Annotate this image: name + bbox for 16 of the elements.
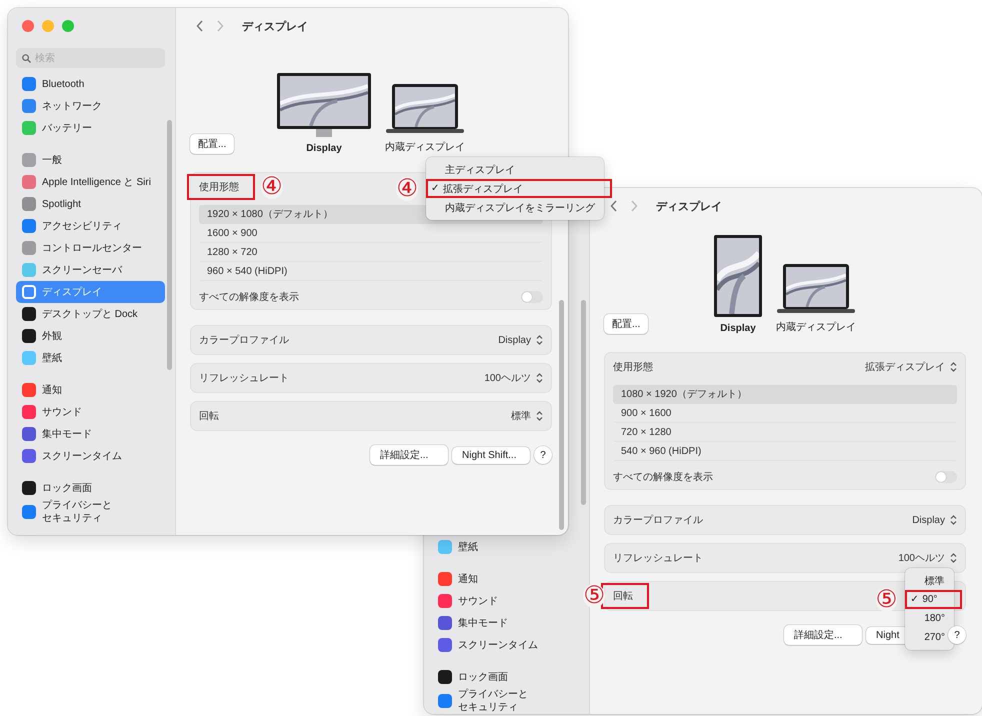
setting-label: すべての解像度を表示 (199, 290, 299, 304)
window-title: ディスプレイ (242, 20, 308, 34)
setting-label: リフレッシュレート (199, 372, 289, 385)
callout-number: ④ (396, 176, 418, 200)
setting-label: カラープロファイル (199, 334, 289, 347)
window-title: ディスプレイ (656, 200, 722, 214)
callout-number: ④ (261, 175, 283, 199)
setting-label: カラープロファイル (613, 514, 703, 527)
callout-number: ⑤ (876, 588, 898, 612)
setting-label: リフレッシュレート (613, 552, 703, 565)
checkmark-icon: ✓ (431, 183, 440, 194)
setting-label: 使用形態 (187, 174, 255, 200)
setting-label: 使用形態 (613, 360, 653, 374)
setting-label: 回転 (199, 410, 219, 423)
checkmark-icon: ✓ (910, 594, 920, 605)
setting-label: すべての解像度を表示 (613, 470, 713, 484)
